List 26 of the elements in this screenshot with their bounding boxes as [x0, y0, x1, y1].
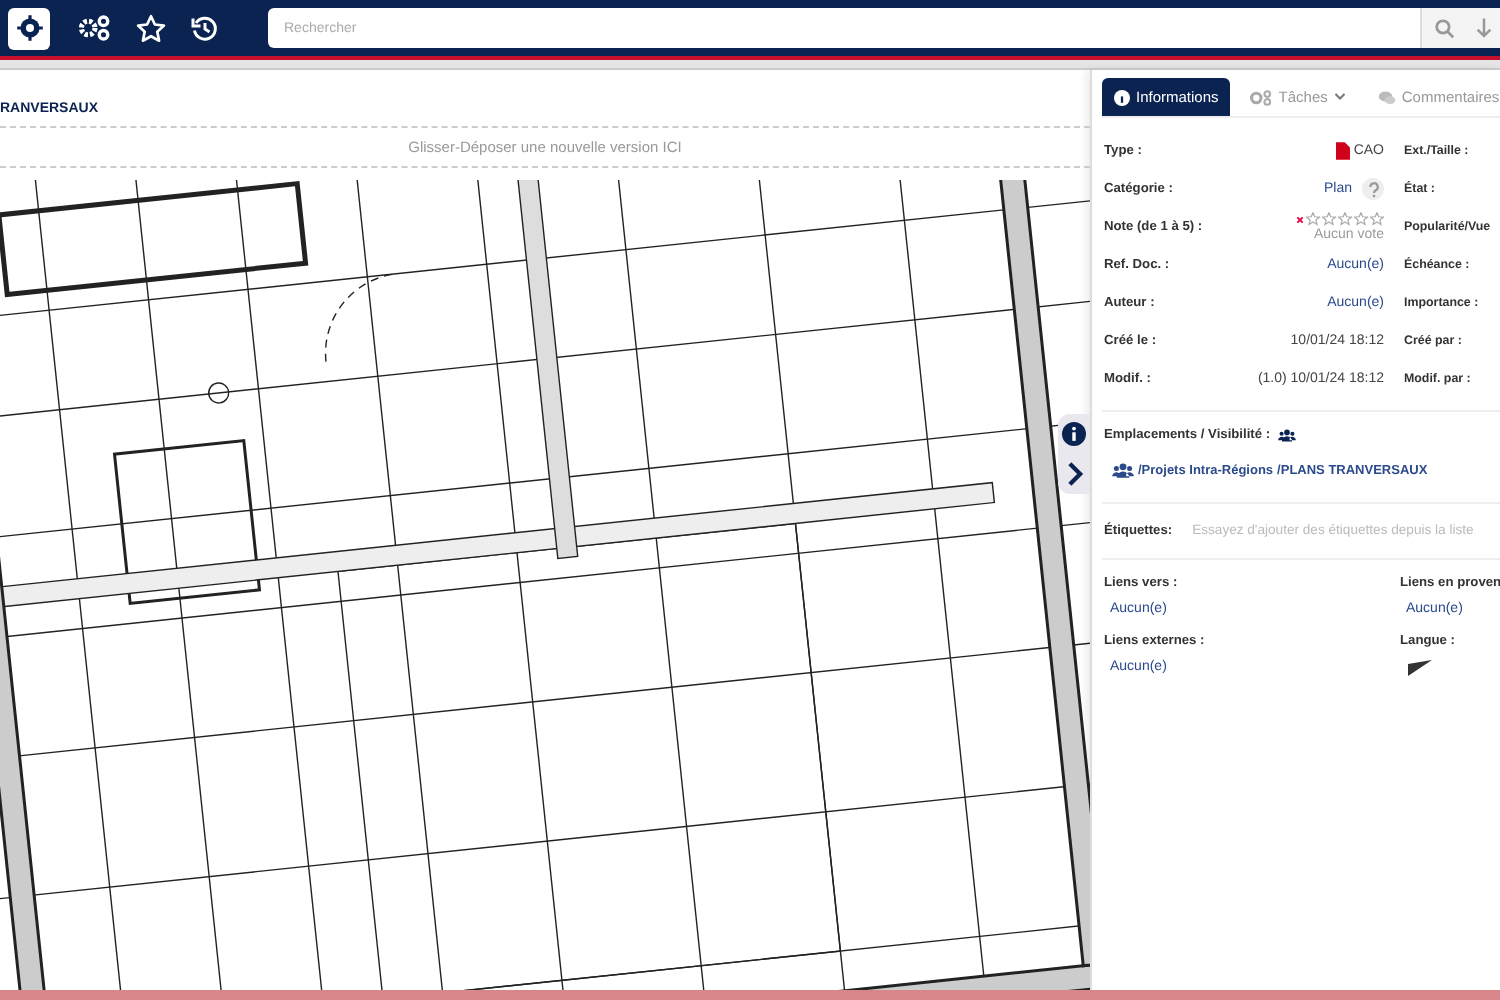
info-icon[interactable]: [1062, 422, 1086, 446]
search-button[interactable]: [1420, 8, 1468, 48]
star-rating[interactable]: [1296, 212, 1384, 226]
info-icon: [1114, 89, 1130, 105]
chevron-right-icon[interactable]: [1065, 462, 1083, 486]
star-icon[interactable]: [1322, 212, 1336, 226]
clear-rating-icon[interactable]: [1296, 215, 1304, 223]
star-icon[interactable]: [1354, 212, 1368, 226]
logo-button[interactable]: [8, 7, 50, 49]
download-button[interactable]: [1468, 8, 1500, 48]
star-icon[interactable]: [1338, 212, 1352, 226]
help-icon[interactable]: [1362, 178, 1384, 200]
history-icon[interactable]: [190, 13, 220, 43]
users-icon: [1112, 462, 1134, 478]
caret-icon: [1333, 92, 1346, 102]
flag-icon[interactable]: [1408, 660, 1432, 676]
gears-icon[interactable]: [78, 14, 112, 42]
users-icon: [1278, 428, 1297, 442]
star-icon[interactable]: [1370, 212, 1384, 226]
side-toggle[interactable]: [1058, 414, 1090, 494]
search-icon: [1434, 17, 1456, 39]
file-icon: [1335, 142, 1350, 160]
gears-icon: [1250, 89, 1273, 105]
chat-icon: [1377, 89, 1396, 105]
star-icon[interactable]: [1306, 212, 1320, 226]
down-arrow-icon: [1476, 16, 1492, 40]
